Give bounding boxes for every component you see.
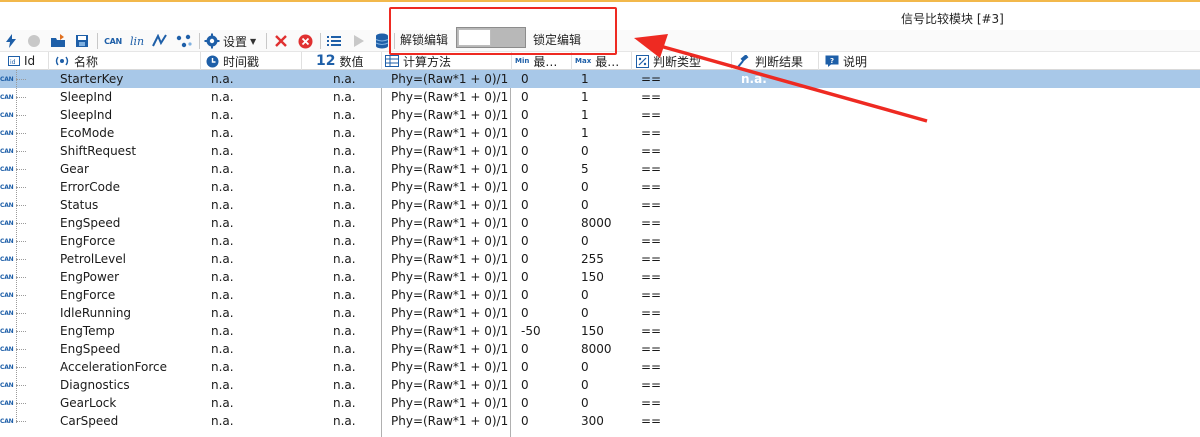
signal-compare-window: 信号比较模块 [#3] CAN lin 设置 ▼ 解锁编辑 锁定编辑 id Id… (0, 0, 1200, 437)
annotation-arrow (634, 34, 928, 123)
